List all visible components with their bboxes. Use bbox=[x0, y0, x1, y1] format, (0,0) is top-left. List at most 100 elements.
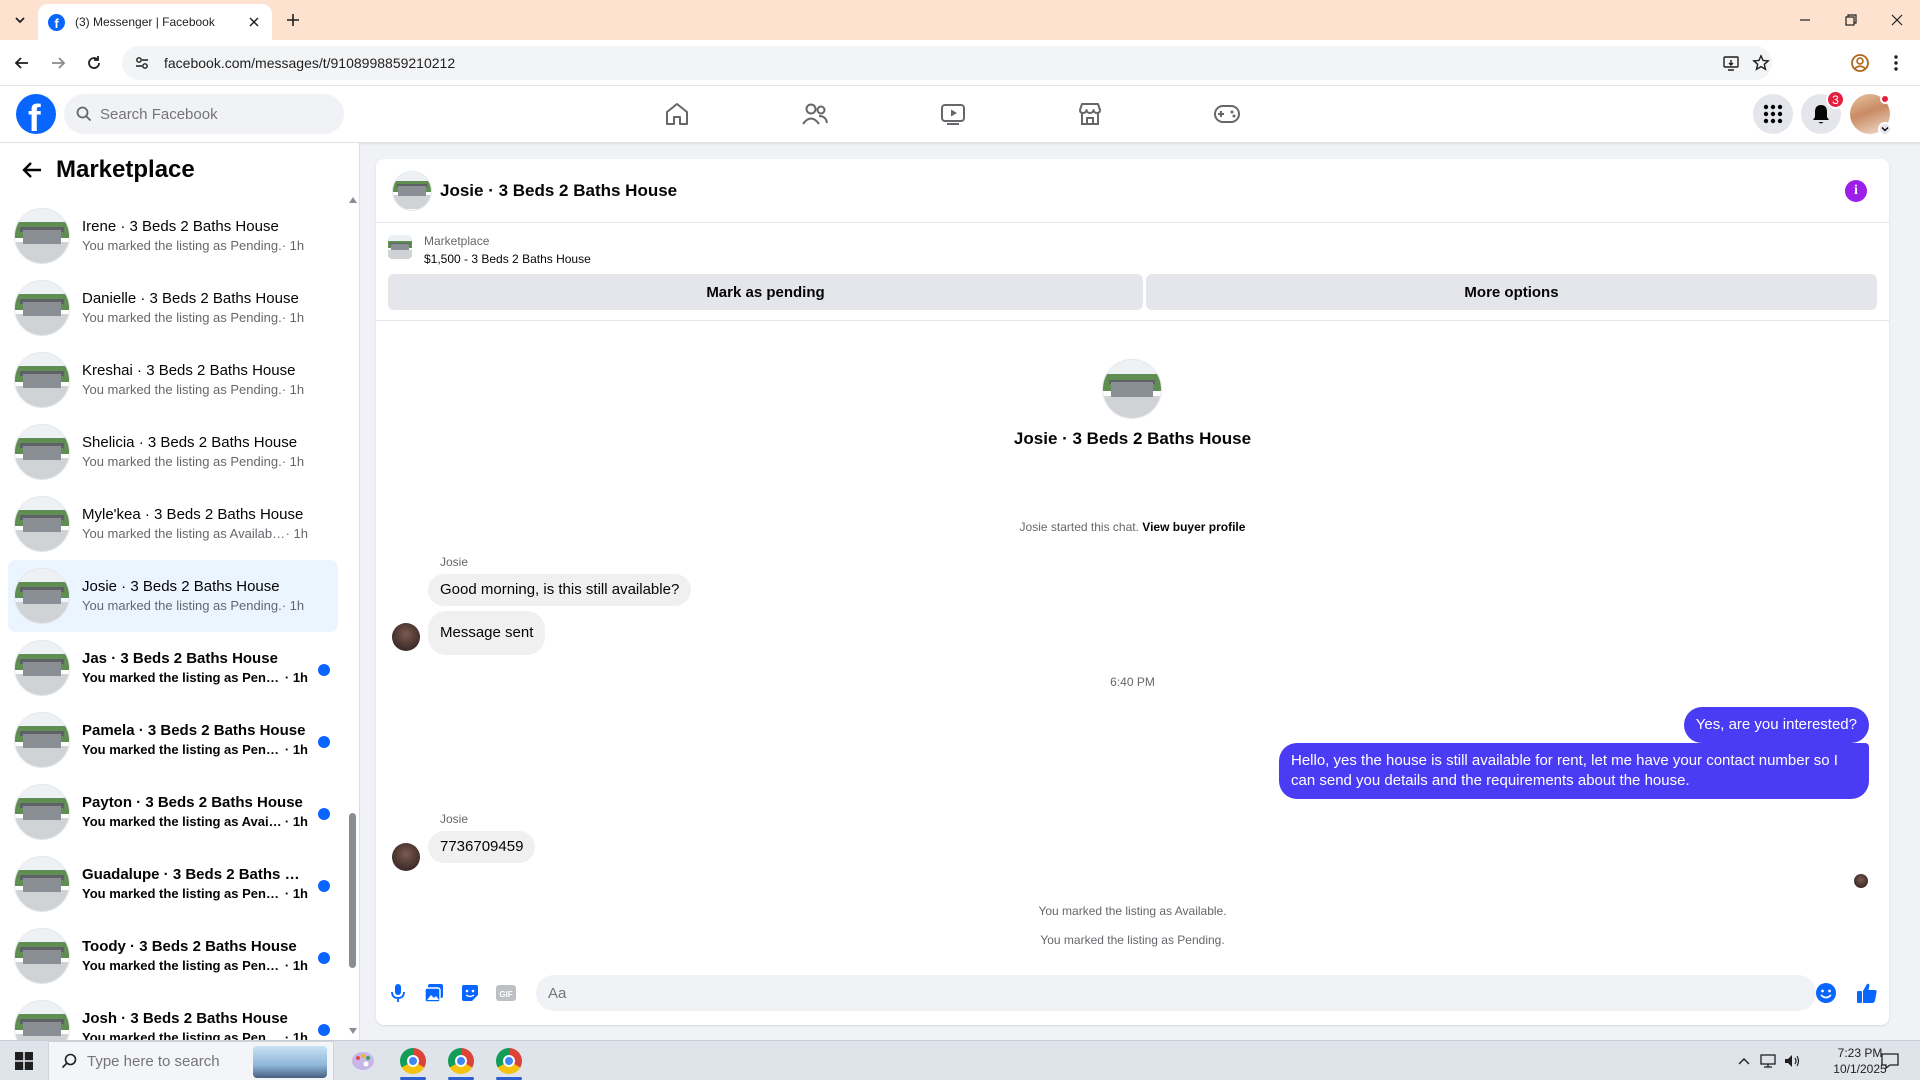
facebook-search[interactable] bbox=[64, 94, 344, 134]
conversation-item[interactable]: Pamela · 3 Beds 2 Baths House You marked … bbox=[8, 704, 338, 776]
sender-avatar[interactable] bbox=[392, 843, 420, 871]
listing-thumbnail[interactable] bbox=[388, 235, 412, 259]
close-window-button[interactable] bbox=[1882, 6, 1912, 34]
conversation-item[interactable]: Shelicia · 3 Beds 2 Baths House You marke… bbox=[8, 416, 338, 488]
microphone-icon bbox=[391, 984, 405, 1002]
search-highlight-image bbox=[253, 1046, 327, 1078]
chat-listing-thumbnail[interactable] bbox=[392, 170, 432, 211]
sidebar-scrollbar-thumb[interactable] bbox=[349, 813, 356, 968]
restore-icon bbox=[1845, 14, 1857, 26]
sender-avatar[interactable] bbox=[392, 623, 420, 651]
conversation-time: · 1h bbox=[284, 814, 308, 829]
conversation-item[interactable]: Jas · 3 Beds 2 Baths House You marked the… bbox=[8, 632, 338, 704]
tab-close-button[interactable] bbox=[246, 14, 262, 30]
facebook-logo[interactable]: f bbox=[16, 94, 56, 134]
conversation-time: · 1h bbox=[284, 886, 308, 901]
conversation-time: · 1h bbox=[284, 958, 308, 973]
conversation-item[interactable]: Toody · 3 Beds 2 Baths House You marked t… bbox=[8, 920, 338, 992]
conversation-preview: You marked the listing as Pending. · 1h bbox=[82, 238, 305, 253]
conversation-name: Danielle · 3 Beds 2 Baths House bbox=[82, 290, 299, 307]
listing-thumbnail bbox=[14, 208, 70, 264]
tab-search-button[interactable] bbox=[8, 8, 32, 32]
notification-center-button[interactable] bbox=[1872, 1041, 1908, 1080]
url-text: facebook.com/messages/t/9108998859210212 bbox=[164, 55, 456, 71]
minimize-button[interactable] bbox=[1790, 6, 1820, 34]
back-to-chats-button[interactable] bbox=[16, 154, 48, 186]
chat-title[interactable]: Josie · 3 Beds 2 Baths House bbox=[440, 181, 677, 201]
conversation-item[interactable]: Guadalupe · 3 Beds 2 Baths Ho... You mark… bbox=[8, 848, 338, 920]
nav-home[interactable] bbox=[622, 86, 732, 142]
menu-button[interactable] bbox=[1753, 94, 1793, 134]
nav-marketplace[interactable] bbox=[1035, 86, 1145, 142]
conversation-info-button[interactable]: i bbox=[1845, 180, 1867, 202]
listing-thumbnail bbox=[14, 424, 70, 480]
incoming-message[interactable]: Message sent bbox=[428, 611, 546, 655]
notifications-button[interactable]: 3 bbox=[1801, 90, 1845, 134]
chrome-icon bbox=[496, 1048, 522, 1074]
conversation-item[interactable]: Payton · 3 Beds 2 Baths House You marked … bbox=[8, 776, 338, 848]
more-vertical-icon bbox=[1894, 55, 1898, 71]
network-button[interactable] bbox=[1756, 1041, 1780, 1080]
site-settings-icon[interactable] bbox=[134, 55, 150, 71]
unread-indicator bbox=[318, 808, 330, 820]
message-input[interactable] bbox=[536, 975, 1816, 1011]
conversation-item[interactable]: Irene · 3 Beds 2 Baths House You marked t… bbox=[8, 200, 338, 272]
attach-photo-button[interactable] bbox=[420, 979, 448, 1007]
mark-as-pending-button[interactable]: Mark as pending bbox=[388, 274, 1143, 310]
taskbar-app-chrome-1[interactable] bbox=[390, 1041, 436, 1080]
taskbar-search-input[interactable] bbox=[87, 1052, 247, 1070]
paint-palette-icon bbox=[352, 1052, 374, 1070]
listing-thumbnail bbox=[14, 496, 70, 552]
scroll-up-arrow[interactable] bbox=[348, 195, 358, 205]
conversation-item[interactable]: Kreshai · 3 Beds 2 Baths House You marked… bbox=[8, 344, 338, 416]
outgoing-message[interactable]: Hello, yes the house is still available … bbox=[1279, 743, 1869, 799]
conversation-item[interactable]: Josie · 3 Beds 2 Baths House You marked t… bbox=[8, 560, 338, 632]
account-avatar[interactable] bbox=[1850, 94, 1892, 136]
search-input[interactable] bbox=[100, 105, 320, 123]
nav-friends[interactable] bbox=[760, 86, 870, 142]
new-tab-button[interactable] bbox=[282, 9, 304, 31]
forward-button[interactable] bbox=[46, 51, 70, 75]
restore-button[interactable] bbox=[1836, 6, 1866, 34]
conversation-time: · 1h bbox=[285, 526, 308, 541]
conversation-time: · 1h bbox=[284, 742, 308, 757]
address-bar[interactable]: facebook.com/messages/t/9108998859210212 bbox=[122, 46, 1772, 80]
taskbar-search[interactable] bbox=[48, 1041, 334, 1080]
listing-price[interactable]: $1,500 - 3 Beds 2 Baths House bbox=[424, 252, 591, 266]
scroll-down-arrow[interactable] bbox=[348, 1026, 358, 1036]
taskbar-app-chrome-2[interactable] bbox=[438, 1041, 484, 1080]
install-app-button[interactable] bbox=[1722, 46, 1740, 80]
conversation-item[interactable]: Danielle · 3 Beds 2 Baths House You marke… bbox=[8, 272, 338, 344]
reload-button[interactable] bbox=[82, 51, 106, 75]
voice-clip-button[interactable] bbox=[384, 979, 412, 1007]
back-button[interactable] bbox=[10, 51, 34, 75]
show-hidden-icons-button[interactable] bbox=[1734, 1041, 1754, 1080]
conversation-preview: You marked the listing as Pending. · 1h bbox=[82, 598, 305, 613]
browser-tabstrip: f (3) Messenger | Facebook bbox=[0, 0, 1920, 40]
listing-thumbnail bbox=[14, 640, 70, 696]
outgoing-message[interactable]: Yes, are you interested? bbox=[1683, 707, 1869, 743]
view-buyer-profile-link[interactable]: View buyer profile bbox=[1142, 520, 1245, 534]
start-button[interactable] bbox=[0, 1041, 48, 1080]
chevron-down-icon bbox=[1881, 127, 1889, 132]
conversation-item[interactable]: Myle'kea · 3 Beds 2 Baths House You marke… bbox=[8, 488, 338, 560]
taskbar-app-widget[interactable] bbox=[340, 1041, 386, 1080]
profile-button[interactable] bbox=[1848, 51, 1872, 75]
info-icon: i bbox=[1854, 183, 1858, 198]
sticker-button[interactable] bbox=[456, 979, 484, 1007]
bookmark-button[interactable] bbox=[1752, 46, 1770, 80]
nav-gaming[interactable] bbox=[1172, 86, 1282, 142]
nav-video[interactable] bbox=[898, 86, 1008, 142]
more-options-button[interactable]: More options bbox=[1146, 274, 1877, 310]
incoming-message[interactable]: Good morning, is this still available? bbox=[428, 574, 692, 606]
incoming-message[interactable]: 7736709459 bbox=[428, 831, 536, 863]
chrome-icon bbox=[400, 1048, 426, 1074]
taskbar-app-chrome-3[interactable] bbox=[486, 1041, 532, 1080]
browser-menu-button[interactable] bbox=[1884, 51, 1908, 75]
like-button[interactable] bbox=[1853, 979, 1881, 1007]
emoji-button[interactable] bbox=[1812, 979, 1840, 1007]
gif-button[interactable]: GIF bbox=[492, 979, 520, 1007]
volume-button[interactable] bbox=[1780, 1041, 1804, 1080]
conversation-item[interactable]: Josh · 3 Beds 2 Baths House You marked th… bbox=[8, 992, 338, 1040]
browser-tab-messenger[interactable]: f (3) Messenger | Facebook bbox=[38, 4, 272, 40]
